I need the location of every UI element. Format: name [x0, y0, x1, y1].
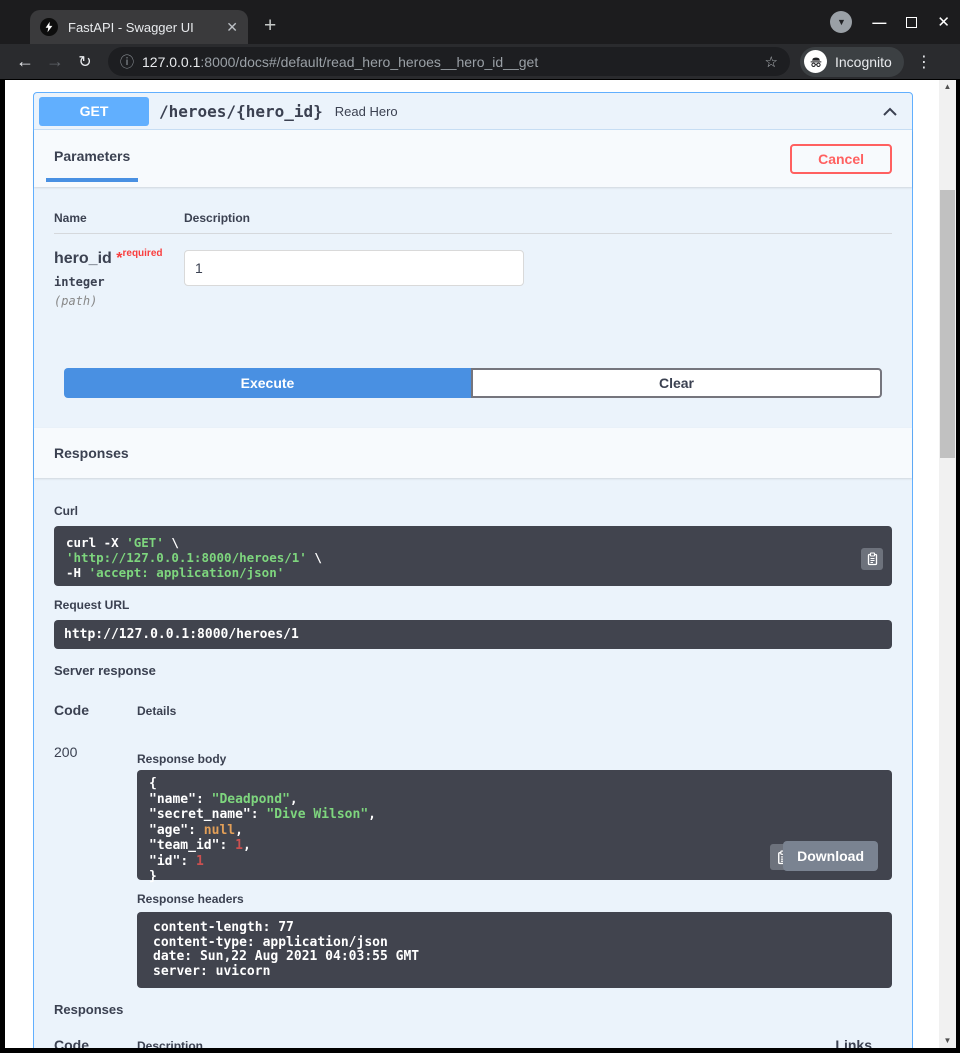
- download-button[interactable]: Download: [783, 841, 878, 871]
- col-header-code2: Code: [54, 1037, 137, 1048]
- parameter-type: integer: [54, 275, 184, 289]
- browser-update-icon[interactable]: ▼: [830, 11, 852, 33]
- execute-wrapper: Execute Clear: [64, 368, 882, 398]
- site-info-icon[interactable]: ⓘ: [120, 52, 134, 72]
- col-header-details: Details: [137, 704, 176, 718]
- bookmark-star-icon[interactable]: ☆: [765, 53, 778, 71]
- titlebar: FastAPI - Swagger UI ✕ + ▼ — ✕: [0, 0, 960, 44]
- url-bar[interactable]: ⓘ 127.0.0.1:8000/docs#/default/read_hero…: [108, 47, 790, 76]
- col-header-name: Name: [54, 211, 184, 225]
- incognito-icon: [804, 50, 827, 73]
- fastapi-favicon: [40, 18, 58, 36]
- tab-title: FastAPI - Swagger UI: [68, 20, 220, 35]
- server-response-label: Server response: [54, 663, 892, 678]
- documented-responses-title: Responses: [54, 1002, 892, 1017]
- page-viewport: GET /heroes/{hero_id} Read Hero Paramete…: [5, 80, 956, 1048]
- col-header-code: Code: [54, 702, 137, 718]
- chevron-up-icon[interactable]: [882, 105, 898, 117]
- opblock-summary[interactable]: GET /heroes/{hero_id} Read Hero: [34, 93, 912, 130]
- forward-icon[interactable]: →: [40, 51, 70, 72]
- clear-button[interactable]: Clear: [471, 368, 882, 398]
- page-scrollbar[interactable]: ▲ ▼: [939, 80, 956, 1048]
- browser-tab[interactable]: FastAPI - Swagger UI ✕: [30, 10, 248, 44]
- request-url-block: http://127.0.0.1:8000/heroes/1: [54, 620, 892, 649]
- curl-code-block: curl -X 'GET' \ 'http://127.0.0.1:8000/h…: [54, 526, 892, 586]
- scroll-up-icon[interactable]: ▲: [939, 80, 956, 94]
- incognito-badge: Incognito: [800, 47, 904, 77]
- minimize-icon[interactable]: —: [872, 14, 886, 30]
- curl-label: Curl: [54, 504, 892, 518]
- method-badge: GET: [39, 97, 149, 126]
- tab-parameters[interactable]: Parameters: [46, 142, 138, 182]
- server-response-row: 200 Response body { "name": "Deadpond", …: [54, 744, 892, 988]
- reload-icon[interactable]: ↻: [70, 52, 100, 72]
- new-tab-icon[interactable]: +: [264, 14, 276, 38]
- hero-id-input[interactable]: [184, 250, 524, 286]
- incognito-label: Incognito: [835, 54, 892, 70]
- parameter-row: hero_id *required integer (path): [54, 234, 892, 308]
- col-header-description: Description: [184, 211, 250, 225]
- required-label: required: [122, 248, 162, 259]
- copy-curl-icon[interactable]: [861, 548, 883, 570]
- responses-section-header: Responses: [34, 428, 912, 478]
- opblock-get-heroes: GET /heroes/{hero_id} Read Hero Paramete…: [33, 92, 913, 1048]
- tab-close-icon[interactable]: ✕: [226, 19, 238, 36]
- responses-title: Responses: [54, 445, 129, 461]
- back-icon[interactable]: ←: [10, 51, 40, 72]
- parameter-name: hero_id *required: [54, 250, 184, 268]
- url-text[interactable]: 127.0.0.1:8000/docs#/default/read_hero_h…: [142, 54, 757, 70]
- response-body-block: { "name": "Deadpond", "secret_name": "Di…: [137, 770, 892, 880]
- parameter-location: (path): [54, 294, 184, 308]
- scrollbar-thumb[interactable]: [940, 190, 955, 458]
- browser-toolbar: ← → ↻ ⓘ 127.0.0.1:8000/docs#/default/rea…: [0, 44, 960, 79]
- parameters-body: Name Description hero_id *required integ…: [34, 187, 912, 428]
- operation-path: /heroes/{hero_id}: [159, 102, 323, 121]
- operation-summary: Read Hero: [335, 104, 882, 119]
- scroll-down-icon[interactable]: ▼: [939, 1034, 956, 1048]
- execute-button[interactable]: Execute: [64, 368, 471, 398]
- response-headers-block: content-length: 77content-type: applicat…: [137, 912, 892, 988]
- response-headers-label: Response headers: [137, 892, 892, 906]
- responses-inner: Curl curl -X 'GET' \ 'http://127.0.0.1:8…: [34, 478, 912, 1048]
- status-code: 200: [54, 744, 137, 988]
- response-body-label: Response body: [137, 752, 892, 766]
- col-header-description2: Description: [137, 1039, 203, 1048]
- browser-menu-icon[interactable]: ⋮: [916, 52, 932, 72]
- request-url-label: Request URL: [54, 598, 892, 612]
- maximize-icon[interactable]: [906, 17, 917, 28]
- cancel-button[interactable]: Cancel: [790, 144, 892, 174]
- parameters-header: Parameters Cancel: [34, 130, 912, 187]
- window-close-icon[interactable]: ✕: [937, 13, 950, 31]
- col-header-links: Links: [835, 1037, 892, 1048]
